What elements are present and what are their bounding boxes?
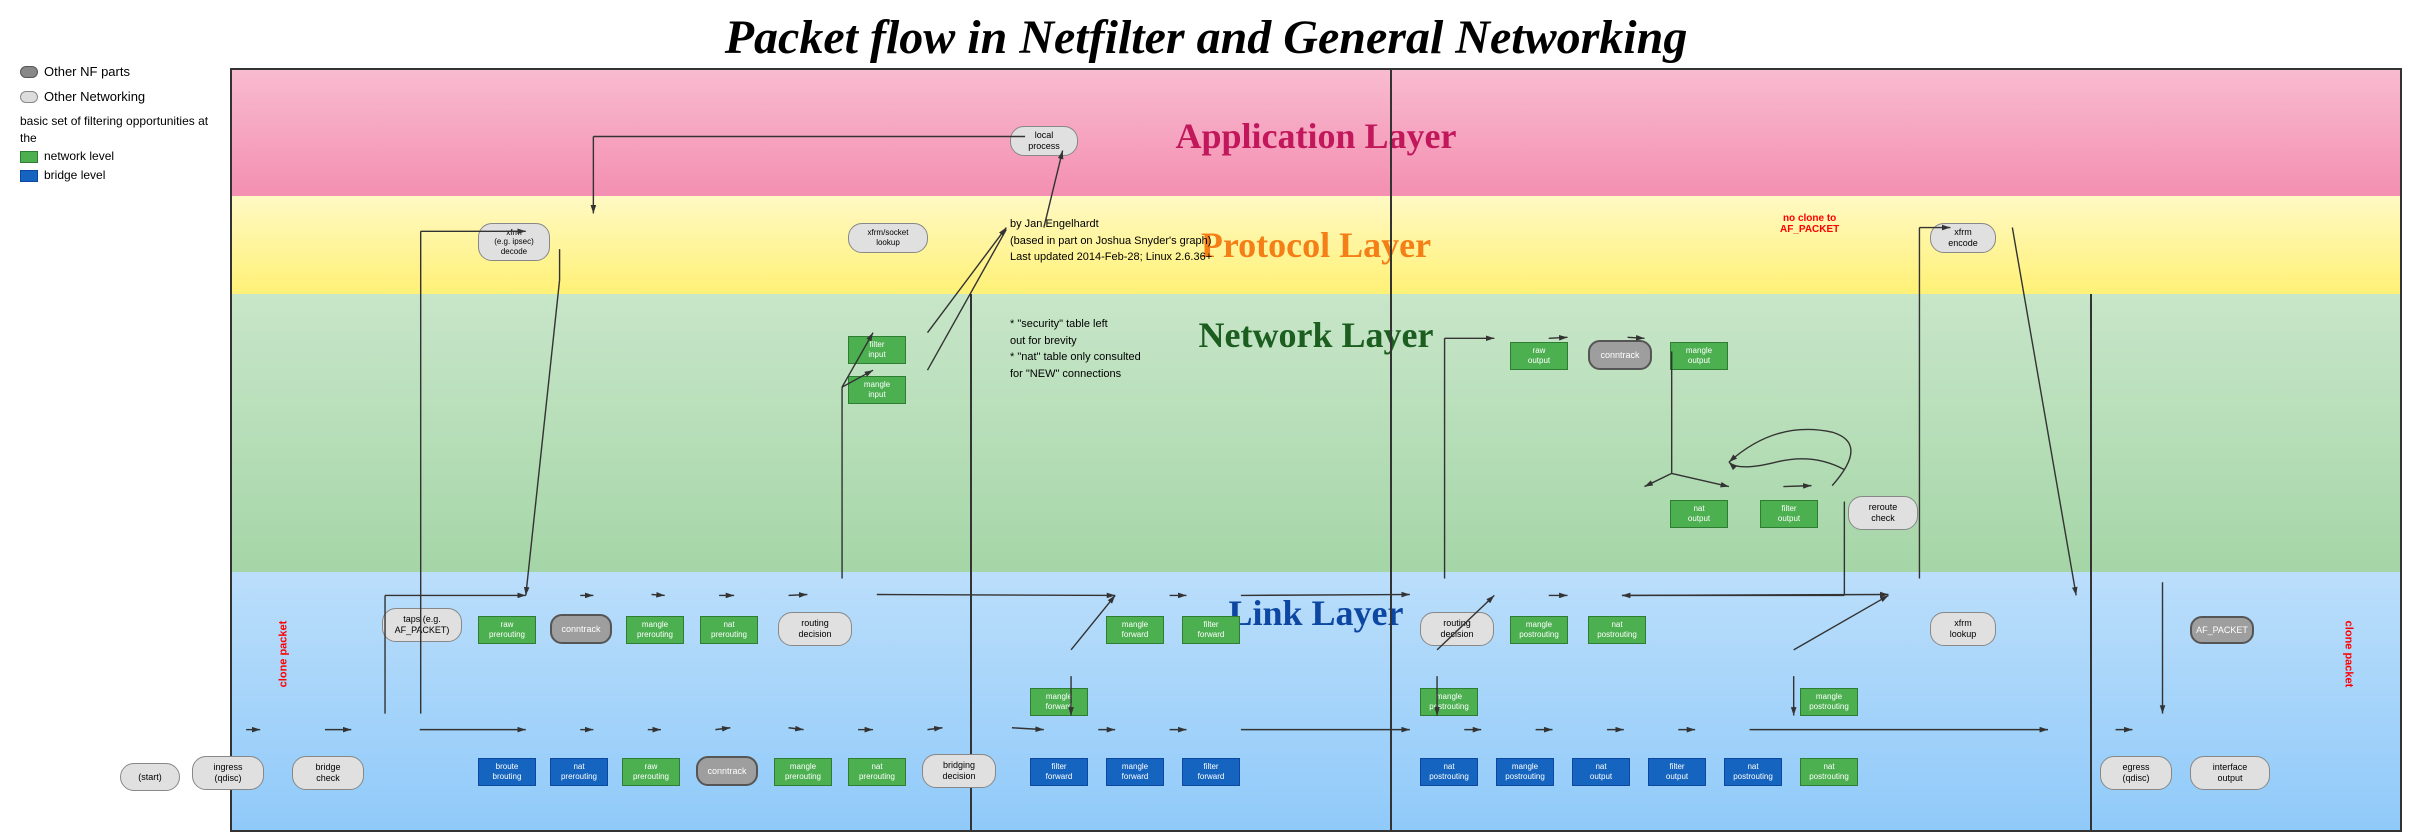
mangle-forward-link-node: mangle forward bbox=[1106, 758, 1164, 786]
layer-network: Network Layer bbox=[230, 294, 2402, 574]
xfrm-socket-lookup-node: xfrm/socket lookup bbox=[848, 223, 928, 253]
vsep-1 bbox=[970, 294, 972, 832]
legend-basic-filtering: basic set of filtering opportunities at … bbox=[20, 114, 208, 145]
layer-application: Application Layer bbox=[230, 68, 2402, 198]
mangle-prerouting-net-node: mangle prerouting bbox=[626, 616, 684, 644]
application-layer-label: Application Layer bbox=[232, 115, 2400, 157]
nat-postrouting-link1-node: nat postrouting bbox=[1420, 758, 1478, 786]
conntrack-link-node: conntrack bbox=[696, 756, 758, 786]
conntrack-net-node: conntrack bbox=[550, 614, 612, 644]
interface-output-node: interface output bbox=[2190, 756, 2270, 790]
mangle-postrouting-link1-node: mangle postrouting bbox=[1420, 688, 1478, 716]
mangle-forward-net-node: mangle forward bbox=[1106, 616, 1164, 644]
mangle-postrouting-net-node: mangle postrouting bbox=[1510, 616, 1568, 644]
conntrack-out-net-node: conntrack bbox=[1588, 340, 1652, 370]
raw-prerouting-net-node: raw prerouting bbox=[478, 616, 536, 644]
filter-forward-link2-node: filter forward bbox=[1182, 758, 1240, 786]
clone-packet-left: clone packet bbox=[277, 621, 289, 688]
layer-link: Link Layer bbox=[230, 572, 2402, 832]
vsep-3 bbox=[2090, 294, 2092, 832]
nat-postrouting-link2-node: nat postrouting bbox=[1724, 758, 1782, 786]
xfrm-decode-node: xfrm (e.g. ipsec) decode bbox=[478, 223, 550, 261]
no-clone-label: no clone toAF_PACKET bbox=[1780, 213, 1839, 235]
egress-node: egress (qdisc) bbox=[2100, 756, 2172, 790]
nat-postrouting-net-node: nat postrouting bbox=[1588, 616, 1646, 644]
routing-decision-net-node: routing decision bbox=[778, 612, 852, 646]
mangle-postrouting-link3-node: mangle postrouting bbox=[1800, 688, 1858, 716]
notes-box: * "security" table left out for brevity … bbox=[1010, 316, 1141, 382]
legend-network-level: network level bbox=[44, 148, 114, 165]
reroute-check-node: reroute check bbox=[1848, 496, 1918, 530]
legend-nf-parts: Other NF parts bbox=[44, 60, 130, 83]
filter-output-net-node: filter output bbox=[1760, 500, 1818, 528]
mangle-output-net-node: mangle output bbox=[1670, 342, 1728, 370]
legend-other-networking: Other Networking bbox=[44, 85, 145, 108]
raw-prerouting-link-node: raw prerouting bbox=[622, 758, 680, 786]
mangle-input-net-node: mangle input bbox=[848, 376, 906, 404]
af-packet-node: AF_PACKET bbox=[2190, 616, 2254, 644]
info-box: by Jan Engelhardt (based in part on Josh… bbox=[1010, 216, 1212, 266]
layer-protocol: Protocol Layer bbox=[230, 196, 2402, 296]
clone-packet-right: clone packet bbox=[2343, 621, 2355, 688]
legend: Other NF parts Other Networking basic se… bbox=[20, 60, 220, 186]
xfrm-lookup-node: xfrm lookup bbox=[1930, 612, 1996, 646]
page-title: Packet flow in Netfilter and General Net… bbox=[0, 10, 2412, 65]
filter-forward-net-node: filter forward bbox=[1182, 616, 1240, 644]
nat-postrouting-link3-node: nat postrouting bbox=[1800, 758, 1858, 786]
filter-forward-link1-node: filter forward bbox=[1030, 758, 1088, 786]
mangle-forward-link-mid-node: mangle forward bbox=[1030, 688, 1088, 716]
legend-bridge-level: bridge level bbox=[44, 167, 105, 184]
routing-decision2-node: routing decision bbox=[1420, 612, 1494, 646]
protocol-layer-label: Protocol Layer bbox=[232, 224, 2400, 266]
xfrm-encode-node: xfrm encode bbox=[1930, 223, 1996, 253]
filter-input-net-node: filter input bbox=[848, 336, 906, 364]
local-process-node: local process bbox=[1010, 126, 1078, 156]
nat-prerouting-link-node: nat prerouting bbox=[550, 758, 608, 786]
ingress-node: ingress (qdisc) bbox=[192, 756, 264, 790]
diagram-area: Application Layer Protocol Layer Network… bbox=[230, 68, 2402, 785]
mangle-prerouting-link-node: mangle prerouting bbox=[774, 758, 832, 786]
bridging-decision-node: bridging decision bbox=[922, 754, 996, 788]
broute-brouting-node: broute brouting bbox=[478, 758, 536, 786]
mangle-postrouting-link2-node: mangle postrouting bbox=[1496, 758, 1554, 786]
network-layer-label: Network Layer bbox=[232, 314, 2400, 356]
raw-output-net-node: raw output bbox=[1510, 342, 1568, 370]
nat-prerouting-net-node: nat prerouting bbox=[700, 616, 758, 644]
nat-output-net-node: nat output bbox=[1670, 500, 1728, 528]
bridge-check-node: bridge check bbox=[292, 756, 364, 790]
start-node: (start) bbox=[120, 763, 180, 791]
vsep-2 bbox=[1390, 68, 1392, 832]
nat-prerouting2-link-node: nat prerouting bbox=[848, 758, 906, 786]
taps-node: taps (e.g. AF_PACKET) bbox=[382, 608, 462, 642]
filter-output-link-node: filter output bbox=[1648, 758, 1706, 786]
nat-output-link-node: nat output bbox=[1572, 758, 1630, 786]
